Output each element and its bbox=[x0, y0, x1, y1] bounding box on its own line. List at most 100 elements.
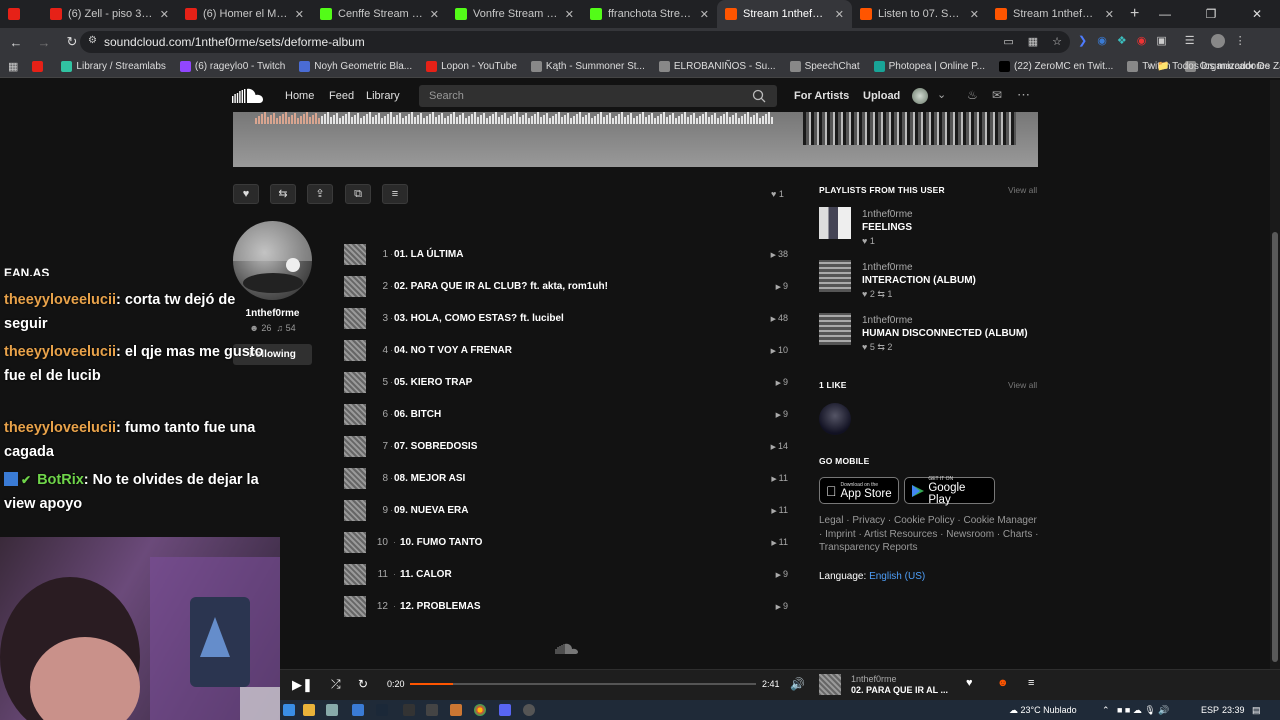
track-title[interactable]: 02. PARA QUE IR AL CLUB? ft. akta, rom1u… bbox=[394, 281, 608, 292]
track-row[interactable]: 4 · 04. NO T VOY A FRENAR ▶ 10 bbox=[344, 340, 788, 362]
language-value[interactable]: English (US) bbox=[869, 571, 925, 582]
bookmark-item[interactable]: Photopea | Online P... bbox=[873, 61, 985, 72]
share-button[interactable]: ⇪ bbox=[307, 184, 333, 204]
track-artwork[interactable] bbox=[344, 532, 366, 553]
url-input[interactable]: ⚙ soundcloud.com/1nthef0rme/sets/deforme… bbox=[80, 31, 1070, 53]
soundcloud-logo-icon[interactable] bbox=[232, 87, 266, 105]
notifications-icon[interactable]: ▤ bbox=[1252, 705, 1261, 716]
tab-close-icon[interactable]: ✕ bbox=[700, 8, 709, 21]
scrollbar-thumb[interactable] bbox=[1272, 232, 1278, 662]
track-artwork[interactable] bbox=[344, 564, 366, 585]
file-explorer-icon[interactable] bbox=[303, 704, 315, 716]
bookmark-item[interactable]: ELROBANIÑOS - Su... bbox=[658, 61, 776, 72]
tab-close-icon[interactable]: ✕ bbox=[1105, 8, 1114, 21]
nav-home[interactable]: Home bbox=[285, 90, 314, 102]
track-title[interactable]: 11. CALOR bbox=[400, 569, 452, 580]
browser-tab[interactable]: (6) Homer el Mero Merc ✕ bbox=[177, 0, 312, 28]
track-title[interactable]: 09. NUEVA ERA bbox=[394, 505, 468, 516]
track-row[interactable]: 9 · 09. NUEVA ERA ▶ 11 bbox=[344, 500, 788, 522]
all-bookmarks-folder[interactable]: 📁 Todos los marcadores bbox=[1157, 61, 1270, 72]
browser-tab[interactable]: Stream 1nthef0rme | List ✕ bbox=[717, 0, 852, 28]
queue-icon[interactable]: ≡ bbox=[1028, 677, 1034, 689]
tray-icons[interactable]: ■ ■ ☁ 🎙 🔊 bbox=[1117, 705, 1170, 716]
now-playing-artwork[interactable] bbox=[819, 674, 841, 695]
volume-icon[interactable]: 🔊 bbox=[790, 677, 805, 691]
minimize-icon[interactable]: — bbox=[1142, 7, 1188, 21]
playlist-user[interactable]: 1nthef0rme bbox=[862, 315, 913, 326]
bookmark-item[interactable]: (22) ZeroMC en Twit... bbox=[998, 61, 1113, 72]
playlist-artwork[interactable] bbox=[819, 313, 851, 345]
playlist-artwork[interactable] bbox=[819, 260, 851, 292]
track-artwork[interactable] bbox=[344, 308, 366, 329]
track-title[interactable]: 01. LA ÚLTIMA bbox=[394, 249, 463, 260]
likes-view-all-link[interactable]: View all bbox=[1008, 380, 1037, 390]
clock[interactable]: 23:39 bbox=[1222, 705, 1245, 715]
track-row[interactable]: 6 · 06. BITCH ▶ 9 bbox=[344, 404, 788, 426]
extension-icon[interactable]: ❯ bbox=[1078, 34, 1087, 48]
extensions-puzzle-icon[interactable]: ▣ bbox=[1156, 34, 1166, 48]
chevron-down-icon[interactable]: ⌄ bbox=[937, 88, 946, 101]
cast-icon[interactable]: ▭ bbox=[1003, 35, 1013, 48]
nav-library[interactable]: Library bbox=[366, 90, 400, 102]
playlist-title[interactable]: FEELINGS bbox=[862, 222, 912, 233]
bookmark-item[interactable]: Noyh Geometric Bla... bbox=[299, 61, 412, 72]
taskbar-app-icon[interactable] bbox=[426, 704, 438, 716]
restore-icon[interactable]: ❐ bbox=[1188, 7, 1234, 21]
track-row[interactable]: 11 · 11. CALOR ▶ 9 bbox=[344, 564, 788, 586]
site-info-icon[interactable]: ⚙ bbox=[88, 35, 97, 46]
tab-close-icon[interactable]: ✕ bbox=[295, 8, 304, 21]
track-title[interactable]: 08. MEJOR ASI bbox=[394, 473, 465, 484]
playlist-title[interactable]: INTERACTION (ALBUM) bbox=[862, 275, 976, 286]
playlist-artwork[interactable] bbox=[819, 207, 851, 239]
browser-menu-icon[interactable]: ⋮ bbox=[1235, 34, 1246, 48]
track-artwork[interactable] bbox=[344, 340, 366, 361]
track-title[interactable]: 03. HOLA, COMO ESTAS? ft. lucibel bbox=[394, 313, 564, 324]
close-window-icon[interactable]: ✕ bbox=[1234, 7, 1280, 21]
track-row[interactable]: 5 · 05. KIERO TRAP ▶ 9 bbox=[344, 372, 788, 394]
tab-close-icon[interactable]: ✕ bbox=[970, 8, 979, 21]
bookmark-item[interactable]: Library / Streamlabs bbox=[61, 61, 166, 72]
track-row[interactable]: 3 · 03. HOLA, COMO ESTAS? ft. lucibel ▶ 48 bbox=[344, 308, 788, 330]
back-icon[interactable]: ← bbox=[4, 35, 28, 50]
nav-upload[interactable]: Upload bbox=[863, 90, 900, 102]
browser-tab[interactable]: ffranchota Stream - ✕ bbox=[582, 0, 717, 28]
nav-for-artists[interactable]: For Artists bbox=[794, 90, 849, 102]
track-artwork[interactable] bbox=[344, 244, 366, 265]
taskbar-app-icon[interactable] bbox=[352, 704, 364, 716]
app-store-button[interactable]:  Download on theApp Store bbox=[819, 477, 899, 504]
messages-envelope-icon[interactable]: ✉ bbox=[992, 88, 1002, 102]
track-artwork[interactable] bbox=[344, 276, 366, 297]
tab-close-icon[interactable]: ✕ bbox=[565, 8, 574, 21]
discord-icon[interactable] bbox=[499, 704, 511, 716]
playlist-title[interactable]: HUMAN DISCONNECTED (ALBUM) bbox=[862, 328, 1028, 339]
bookmark-item[interactable]: SpeechChat bbox=[789, 61, 860, 72]
progress-bar[interactable] bbox=[410, 683, 756, 685]
track-row[interactable]: 12 · 12. PROBLEMAS ▶ 9 bbox=[344, 596, 788, 618]
extension-icon[interactable]: ❖ bbox=[1117, 34, 1127, 48]
waveform[interactable] bbox=[255, 112, 773, 124]
extension-icon[interactable]: ◉ bbox=[1137, 34, 1147, 48]
track-artwork[interactable] bbox=[344, 468, 366, 489]
tab-close-icon[interactable]: ✕ bbox=[430, 8, 439, 21]
browser-tab[interactable] bbox=[0, 0, 42, 28]
shuffle-icon[interactable]: ⤮ bbox=[331, 677, 341, 692]
tab-close-icon[interactable]: ✕ bbox=[835, 8, 844, 21]
track-artwork[interactable] bbox=[344, 500, 366, 521]
taskbar-app-icon[interactable] bbox=[283, 704, 295, 716]
bookmarks-overflow-icon[interactable]: » bbox=[1147, 60, 1153, 71]
track-row[interactable]: 8 · 08. MEJOR ASI ▶ 11 bbox=[344, 468, 788, 490]
now-playing-title[interactable]: 02. PARA QUE IR AL ... bbox=[851, 685, 948, 695]
notifications-bell-icon[interactable]: ♨ bbox=[967, 88, 978, 102]
weather-widget[interactable]: ☁ 23°C Nublado bbox=[1009, 705, 1077, 716]
track-title[interactable]: 10. FUMO TANTO bbox=[400, 537, 482, 548]
apps-grid-icon[interactable]: ▦ bbox=[8, 60, 18, 73]
bookmark-star-icon[interactable]: ☆ bbox=[1052, 35, 1062, 48]
track-artwork[interactable] bbox=[344, 372, 366, 393]
media-controls-icon[interactable]: ☰ bbox=[1185, 34, 1195, 48]
browser-tab[interactable]: (6) Zell - piso 3 (Audio O ✕ bbox=[42, 0, 177, 28]
track-title[interactable]: 05. KIERO TRAP bbox=[394, 377, 472, 388]
bookmark-item[interactable]: Kąth - Summoner St... bbox=[530, 61, 645, 72]
language-selector[interactable]: Language: English (US) bbox=[819, 571, 925, 582]
taskbar-app-icon[interactable] bbox=[450, 704, 462, 716]
now-playing-artist[interactable]: 1nthef0rme bbox=[851, 674, 897, 684]
